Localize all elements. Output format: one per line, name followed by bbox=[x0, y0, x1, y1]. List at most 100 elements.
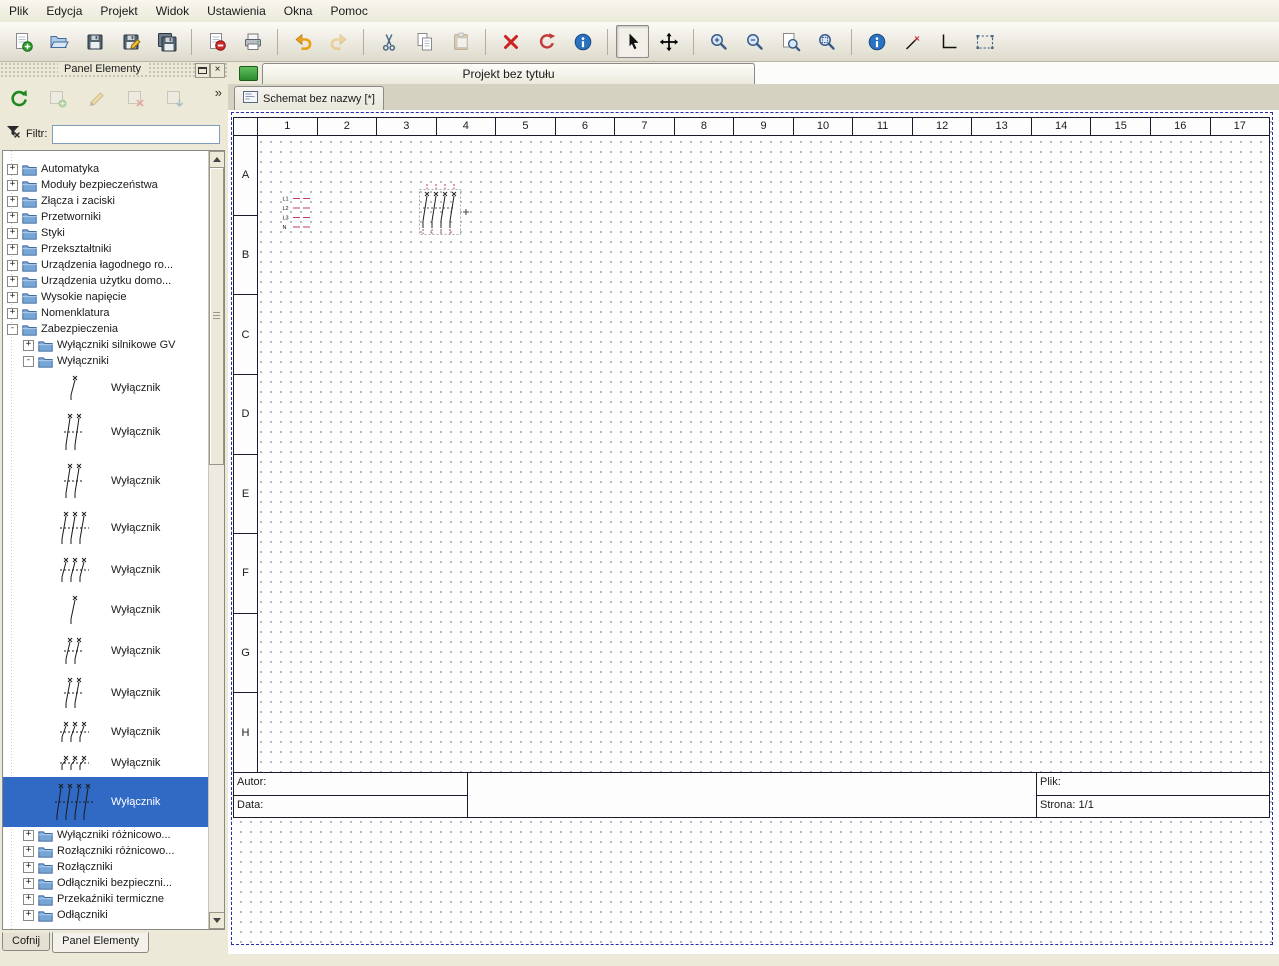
print-button[interactable] bbox=[236, 25, 269, 58]
tree-folder[interactable]: +Rozłączniki różnicowo... bbox=[3, 843, 209, 859]
save-file-as-button[interactable] bbox=[114, 25, 147, 58]
menu-item-pomoc[interactable]: Pomoc bbox=[321, 1, 376, 21]
funnel-icon bbox=[6, 124, 21, 139]
expand-toggle[interactable]: + bbox=[7, 260, 18, 271]
select-mode-button[interactable] bbox=[616, 25, 649, 58]
tree-folder[interactable]: +Odłączniki bezpieczni... bbox=[3, 875, 209, 891]
element-item[interactable]: Wyłącznik bbox=[3, 407, 209, 457]
tree-folder[interactable]: +Urządzenia łagodnego ro... bbox=[3, 257, 209, 273]
element-item[interactable]: Wyłącznik bbox=[3, 369, 209, 407]
canvas-viewport[interactable]: 1234567891011121314151617 ABCDEFGH Autor… bbox=[228, 110, 1279, 954]
tree-folder[interactable]: +Rozłączniki bbox=[3, 859, 209, 875]
scroll-thumb[interactable] bbox=[209, 167, 224, 465]
panel-tab[interactable]: Cofnij bbox=[2, 932, 50, 951]
scroll-down-button[interactable] bbox=[209, 912, 225, 929]
tree-folder[interactable]: +Przekaźniki termiczne bbox=[3, 891, 209, 907]
placed-phase-labels[interactable]: L1L2L3N bbox=[282, 193, 314, 240]
open-file-button[interactable] bbox=[42, 25, 75, 58]
element-item[interactable]: Wyłącznik bbox=[3, 631, 209, 671]
expand-toggle[interactable]: + bbox=[7, 276, 18, 287]
menu-item-projekt[interactable]: Projekt bbox=[91, 1, 146, 21]
tree-folder[interactable]: +Wyłączniki różnicowo... bbox=[3, 827, 209, 843]
element-item[interactable]: Wyłącznik bbox=[3, 749, 209, 777]
menu-item-okna[interactable]: Okna bbox=[275, 1, 322, 21]
panel-tab[interactable]: Panel Elementy bbox=[52, 932, 149, 953]
tree-folder[interactable]: +Wysokie napięcie bbox=[3, 289, 209, 305]
tree-folder[interactable]: +Złącza i zaciski bbox=[3, 193, 209, 209]
expand-toggle[interactable]: + bbox=[7, 164, 18, 175]
zoom-fit-button[interactable] bbox=[774, 25, 807, 58]
clear-filter-icon[interactable] bbox=[6, 124, 21, 144]
menu-item-ustawienia[interactable]: Ustawienia bbox=[198, 1, 275, 21]
panel-close-button[interactable] bbox=[210, 63, 225, 78]
element-item[interactable]: Wyłącznik bbox=[3, 505, 209, 551]
pan-mode-button[interactable] bbox=[652, 25, 685, 58]
selection-tool-button[interactable] bbox=[968, 25, 1001, 58]
element-item[interactable]: Wyłącznik bbox=[3, 457, 209, 505]
folder-label: Styki bbox=[41, 227, 65, 239]
reload-collections-button[interactable] bbox=[5, 85, 33, 113]
save-file-button[interactable] bbox=[78, 25, 111, 58]
copy-button[interactable] bbox=[408, 25, 441, 58]
expand-toggle[interactable]: + bbox=[7, 292, 18, 303]
new-file-button[interactable] bbox=[6, 25, 39, 58]
placed-breaker-element[interactable] bbox=[419, 183, 471, 242]
panel-titlebar[interactable]: Panel Elementy bbox=[0, 62, 228, 78]
panel-overflow-button[interactable]: » bbox=[215, 85, 222, 100]
menu-item-widok[interactable]: Widok bbox=[147, 1, 198, 21]
expand-toggle[interactable]: - bbox=[23, 356, 34, 367]
tree-folder[interactable]: +Nomenklatura bbox=[3, 305, 209, 321]
tree-folder[interactable]: -Wyłączniki bbox=[3, 353, 209, 369]
tree-folder[interactable]: +Odłączniki bbox=[3, 907, 209, 923]
element-item[interactable]: Wyłącznik bbox=[3, 589, 209, 631]
element-item[interactable]: Wyłącznik bbox=[3, 777, 209, 827]
project-tab[interactable]: Projekt bez tytułu bbox=[262, 63, 755, 84]
expand-toggle[interactable]: + bbox=[23, 910, 34, 921]
zoom-reset-button[interactable] bbox=[810, 25, 843, 58]
element-info-button[interactable] bbox=[860, 25, 893, 58]
expand-toggle[interactable]: + bbox=[23, 894, 34, 905]
corner-tool-button[interactable] bbox=[932, 25, 965, 58]
expand-toggle[interactable]: + bbox=[7, 180, 18, 191]
save-all-button[interactable] bbox=[150, 25, 183, 58]
close-file-button[interactable] bbox=[200, 25, 233, 58]
expand-toggle[interactable]: + bbox=[23, 878, 34, 889]
menu-item-edycja[interactable]: Edycja bbox=[37, 1, 91, 21]
expand-toggle[interactable]: + bbox=[23, 846, 34, 857]
filter-input[interactable] bbox=[52, 125, 220, 144]
expand-toggle[interactable]: + bbox=[23, 340, 34, 351]
expand-toggle[interactable]: + bbox=[23, 862, 34, 873]
zoom-out-button[interactable] bbox=[738, 25, 771, 58]
tree-folder[interactable]: +Automatyka bbox=[3, 161, 209, 177]
conductor-tool-button[interactable] bbox=[896, 25, 929, 58]
zoom-in-button[interactable] bbox=[702, 25, 735, 58]
expand-toggle[interactable]: + bbox=[7, 212, 18, 223]
expand-toggle[interactable]: + bbox=[7, 228, 18, 239]
element-item[interactable]: Wyłącznik bbox=[3, 671, 209, 715]
tree-folder[interactable]: +Urządzenia użytku domo... bbox=[3, 273, 209, 289]
expand-toggle[interactable]: + bbox=[7, 308, 18, 319]
schema-tab[interactable]: Schemat bez nazwy [*] bbox=[234, 86, 384, 110]
tree-folder[interactable]: +Wyłączniki silnikowe GV bbox=[3, 337, 209, 353]
element-item[interactable]: Wyłącznik bbox=[3, 715, 209, 749]
delete-button[interactable] bbox=[494, 25, 527, 58]
element-item[interactable]: Wyłącznik bbox=[3, 551, 209, 589]
undo-button[interactable] bbox=[286, 25, 319, 58]
expand-toggle[interactable]: - bbox=[7, 324, 18, 335]
object-info-button[interactable] bbox=[566, 25, 599, 58]
tree-scrollbar[interactable] bbox=[208, 151, 224, 929]
tree-folder[interactable]: +Przetworniki bbox=[3, 209, 209, 225]
tree-folder[interactable]: +Przekształtniki bbox=[3, 241, 209, 257]
project-tab-icon[interactable] bbox=[239, 66, 258, 81]
expand-toggle[interactable]: + bbox=[7, 244, 18, 255]
tree-folder[interactable]: + Styki bbox=[3, 225, 209, 241]
cut-button[interactable] bbox=[372, 25, 405, 58]
panel-float-button[interactable] bbox=[195, 63, 210, 78]
tree-folder[interactable]: -Zabezpieczenia bbox=[3, 321, 209, 337]
scroll-up-button[interactable] bbox=[209, 151, 225, 168]
expand-toggle[interactable]: + bbox=[23, 830, 34, 841]
tree-folder[interactable]: +Moduły bezpieczeństwa bbox=[3, 177, 209, 193]
rotate-button[interactable] bbox=[530, 25, 563, 58]
expand-toggle[interactable]: + bbox=[7, 196, 18, 207]
menu-item-plik[interactable]: Plik bbox=[0, 1, 37, 21]
